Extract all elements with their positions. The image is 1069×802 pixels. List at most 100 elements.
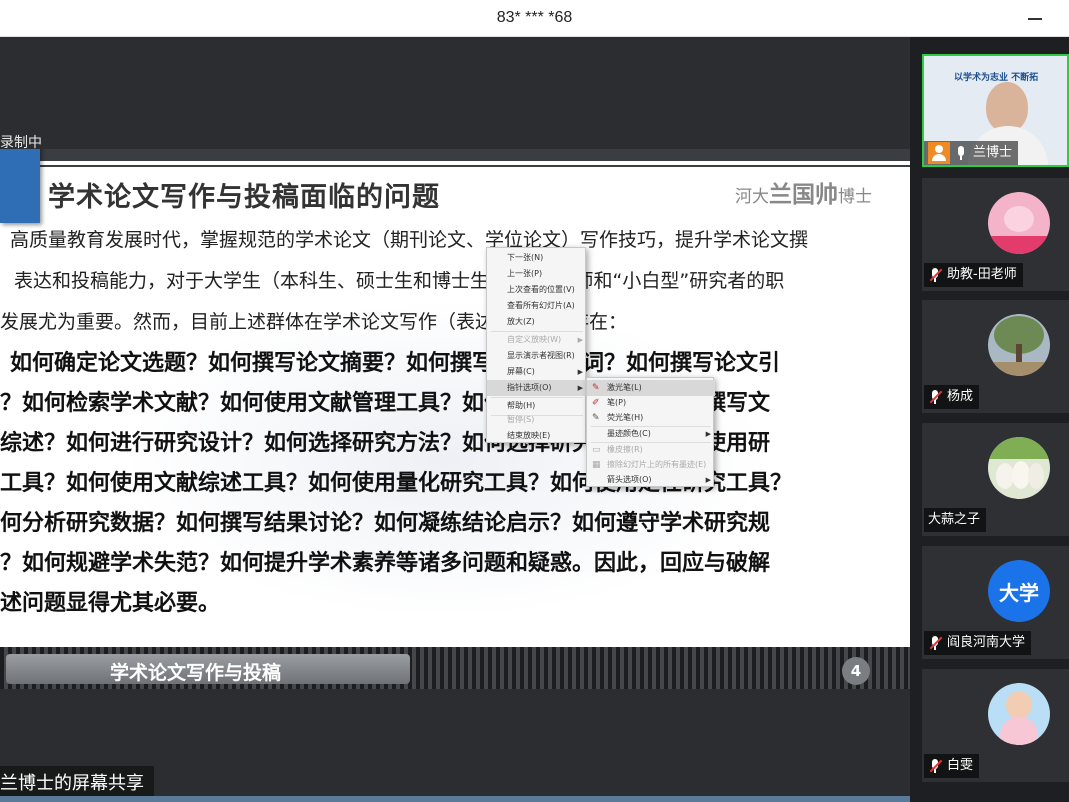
menu-item-last-viewed[interactable]: 上次查看的位置(V) [487,282,587,298]
submenu-arrow-icon: ▶ [577,336,583,344]
avatar-shape [1028,463,1044,489]
participant-name-bar: 阎良河南大学 [924,631,1032,655]
menu-item-presenter-view[interactable]: 显示演示者视图(R) [487,348,587,364]
participant-tile[interactable]: 杨成 [922,300,1069,413]
submenu-item-label: 橡皮擦(R) [607,445,643,454]
slide-author: 河大兰国帅博士 [735,175,872,209]
screen-share-label: 兰博士的屏幕共享 [0,766,154,796]
submenu-item-laser[interactable]: ✎ 激光笔(L) [587,380,715,396]
participant-name-bar: 大蒜之子 [924,508,987,532]
participant-name-bar: 助教-田老师 [924,263,1023,287]
menu-item-label: 结束放映(E) [507,431,551,440]
child-photo-avatar [988,683,1050,745]
muted-microphone-icon [928,635,943,651]
participant-name-bar: 白雯 [924,754,980,778]
slide-heading: 学术论文写作与投稿面临的问题 [48,182,440,213]
minimize-icon[interactable] [1025,8,1045,28]
participant-name: 杨成 [947,389,974,404]
menu-item-zoom[interactable]: 放大(Z) [487,314,587,330]
bold-question-line: 述问题显得尤其必要。 [0,591,221,616]
participant-tile[interactable]: 大学 阎良河南大学 [922,546,1069,659]
author-suffix: 博士 [838,187,872,207]
menu-item-label: 显示演示者视图(R) [507,351,575,360]
muted-microphone-icon [928,267,943,283]
menu-item-label: 上次查看的位置(V) [507,285,575,294]
submenu-arrow-icon: ▶ [577,384,583,392]
avatar-shape [1006,691,1032,719]
menu-item-label: 暂停(S) [507,415,535,424]
menu-item-label: 帮助(H) [507,401,536,410]
microphone-icon [954,145,968,161]
cartoon-pig-avatar [988,192,1050,254]
submenu-item-label: 笔(P) [607,398,627,407]
menu-item-label: 屏幕(C) [507,367,535,376]
bold-question-line: 如何确定论文选题？如何撰写论文摘要？如何撰写论文关键词？如何撰写论文引 [10,351,781,376]
author-name: 兰国帅 [769,182,838,208]
submenu-item-pen[interactable]: ✐ 笔(P) [587,395,715,411]
submenu-item-label: 荧光笔(H) [607,413,644,422]
video-banner-text: 以学术为志业 不断拓 [954,73,1039,83]
bold-question-line: 何分析研究数据？如何撰写结果讨论？如何凝练结论启示？如何遵守学术研究规 [0,511,771,536]
pointer-options-submenu: ✎ 激光笔(L) ✐ 笔(P) ✎ 荧光笔(H) 墨迹颜色(C) ▶ ▭ 橡皮擦(R) ▦… [586,377,715,488]
participant-tile[interactable]: 大蒜之子 [922,423,1069,536]
avatar-shape [988,362,1050,376]
window-title: 83* *** *68 [496,9,573,26]
submenu-item-erase-all[interactable]: ▦ 擦除幻灯片上的所有墨迹(E) [587,457,715,473]
menu-item-label: 指针选项(O) [507,383,552,392]
presentation-slide: 学术论文写作与投稿面临的问题 河大兰国帅博士 高质量教育发展时代，掌握规范的学术… [0,149,910,684]
tree-photo-avatar [988,314,1050,376]
muted-microphone-icon [928,389,943,405]
host-badge-icon [928,142,950,164]
participant-name: 白雯 [947,758,974,773]
participant-name-bar: 兰博士 [924,141,1019,165]
footer-title: 学术论文写作与投稿 [110,662,282,684]
menu-item-pointer-options[interactable]: 指针选项(O) ▶ [487,380,587,396]
menu-item-see-all[interactable]: 查看所有幻灯片(A) [487,298,587,314]
host-face [986,82,1028,132]
menu-item-pause[interactable]: 暂停(S) [487,412,587,428]
bold-question-line: ？如何规避学术失范？如何提升学术素养等诸多问题和疑惑。因此，回应与破解 [0,551,771,576]
paragraph-line: 表达和投稿能力，对于大学生（本科生、硕士生和博士生）、青年教师和“小白型”研究者… [14,270,785,292]
submenu-item-label: 箭头选项(O) [607,475,652,484]
laser-pointer-icon: ✎ [592,383,600,393]
participant-name: 阎良河南大学 [947,635,1026,650]
menu-item-label: 放大(Z) [507,317,535,326]
submenu-item-label: 擦除幻灯片上的所有墨迹(E) [607,460,707,469]
submenu-arrow-icon: ▶ [705,476,711,484]
menu-item-label: 上一张(P) [507,269,543,278]
avatar-shape [988,236,1050,254]
erase-all-icon: ▦ [592,460,601,470]
menu-item-next[interactable]: 下一张(N) [487,250,587,266]
share-label-text: 兰博士的屏幕共享 [0,773,144,794]
muted-microphone-icon [928,758,943,774]
participant-name: 助教-田老师 [947,267,1017,282]
slideshow-context-menu: 下一张(N) 上一张(P) 上次查看的位置(V) 查看所有幻灯片(A) 放大(Z… [486,247,587,444]
participant-tile[interactable]: 白雯 [922,669,1069,782]
submenu-item-ink-color[interactable]: 墨迹颜色(C) ▶ [587,426,715,442]
submenu-arrow-icon: ▶ [705,430,711,438]
slide-accent-tab [0,149,40,223]
garlic-photo-avatar [988,437,1050,499]
menu-item-screen[interactable]: 屏幕(C) ▶ [487,364,587,380]
submenu-item-arrow-options[interactable]: 箭头选项(O) ▶ [587,472,715,488]
submenu-item-eraser[interactable]: ▭ 橡皮擦(R) [587,442,715,458]
paragraph-line: 高质量教育发展时代，掌握规范的学术论文（期刊论文、学位论文）写作技巧，提升学术论… [10,229,809,251]
menu-item-previous[interactable]: 上一张(P) [487,266,587,282]
slide-footer-bar: 学术论文写作与投稿 4 [0,647,910,689]
submenu-item-highlighter[interactable]: ✎ 荧光笔(H) [587,410,715,426]
participant-video-sidebar: 以学术为志业 不断拓 兰博士 助教-田老师 杨成 大蒜之子 大学 阎良河南大学 … [910,37,1069,802]
avatar-shape [988,437,1050,459]
bottom-strip [0,796,910,802]
avatar-shape [1000,717,1038,745]
menu-item-label: 下一张(N) [507,253,544,262]
submenu-arrow-icon: ▶ [577,368,583,376]
avatar-shape [1004,206,1034,232]
menu-item-end-show[interactable]: 结束放映(E) [487,428,587,444]
participant-name: 大蒜之子 [928,512,981,527]
window-titlebar: 83* *** *68 [0,0,1069,37]
participant-tile-host[interactable]: 以学术为志业 不断拓 兰博士 [922,54,1069,167]
participant-name: 兰博士 [973,145,1013,160]
highlighter-icon: ✎ [592,413,600,423]
menu-item-custom-show[interactable]: 自定义放映(W) ▶ [487,332,587,348]
participant-tile[interactable]: 助教-田老师 [922,178,1069,291]
